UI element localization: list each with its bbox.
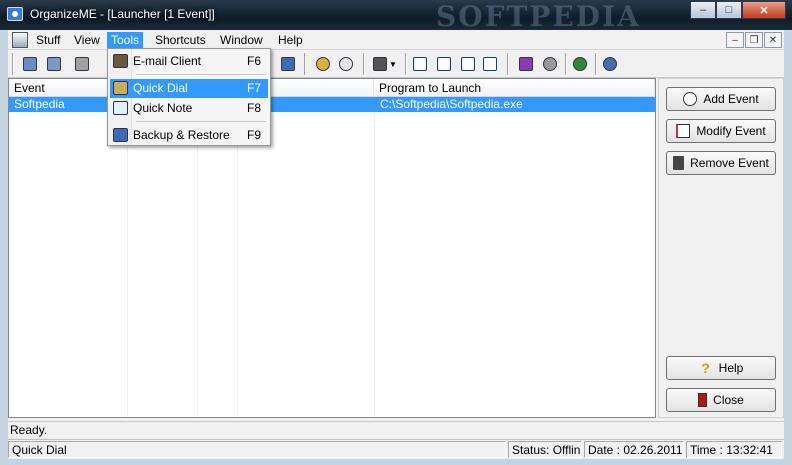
add-event-icon	[683, 92, 698, 106]
trash-icon	[673, 156, 685, 170]
window-frame-left	[0, 30, 8, 465]
save-icon[interactable]	[278, 54, 298, 74]
book-icon[interactable]	[516, 54, 536, 74]
window-list-icon[interactable]	[370, 54, 390, 74]
floppy-disk-icon	[113, 128, 128, 142]
menu-item-backup-restore[interactable]: Backup & Restore F9	[110, 126, 268, 145]
status-message: Ready.	[8, 421, 784, 439]
status-pane-hint: Quick Dial	[8, 441, 506, 458]
toolbar-separator	[405, 53, 407, 75]
events-table[interactable]: Event Program to Launch Softpedia C:\Sof…	[8, 78, 656, 418]
toolbar-separator	[507, 53, 509, 75]
menu-bar: Stuff View Tools Shortcuts Window Help –…	[8, 30, 784, 50]
globe-icon[interactable]	[570, 54, 590, 74]
phone-icon	[113, 81, 128, 95]
tile-horizontal-icon[interactable]	[410, 54, 430, 74]
watermark: SOFTPEDIA	[436, 0, 641, 33]
grid-line	[374, 97, 375, 417]
refresh-icon[interactable]	[336, 54, 356, 74]
mdi-restore-button[interactable]: ❐	[745, 32, 763, 48]
cascade-icon[interactable]	[458, 54, 478, 74]
menu-item-quick-note[interactable]: Quick Note F8	[110, 99, 268, 118]
menu-separator	[136, 121, 266, 122]
info-icon[interactable]	[600, 54, 620, 74]
modify-event-icon	[676, 124, 691, 138]
table-row[interactable]: Softpedia C:\Softpedia\Softpedia.exe	[9, 97, 655, 112]
toolbar-separator	[12, 53, 14, 75]
cell-event: Softpedia	[14, 97, 65, 111]
window-title: OrganizeME - [Launcher [1 Event]]	[30, 7, 215, 21]
mdi-minimize-button[interactable]: –	[726, 32, 744, 48]
column-header-program[interactable]: Program to Launch	[374, 79, 655, 97]
help-button[interactable]: ? Help	[666, 356, 776, 380]
note-icon	[113, 101, 128, 115]
close-window-button[interactable]: ✕	[742, 1, 786, 19]
app-icon[interactable]	[7, 7, 23, 21]
toolbar-separator	[363, 53, 365, 75]
question-mark-icon: ?	[701, 360, 710, 376]
toolbar-separator	[565, 53, 567, 75]
toolbar-separator	[595, 53, 597, 75]
action-panel: Add Event Modify Event Remove Event ? He…	[658, 78, 784, 418]
email-client-icon	[113, 54, 128, 68]
menu-shortcuts[interactable]: Shortcuts	[151, 32, 210, 49]
child-window-icon[interactable]	[12, 32, 28, 48]
toolbar-separator	[304, 53, 306, 75]
menu-separator	[136, 74, 266, 75]
users-icon[interactable]	[313, 54, 333, 74]
settings-gear-icon[interactable]	[540, 54, 560, 74]
add-event-button[interactable]: Add Event	[666, 87, 776, 111]
chevron-down-icon[interactable]: ▼	[388, 54, 398, 74]
menu-item-email-client[interactable]: E-mail Client F6	[110, 52, 268, 71]
tile-vertical-icon[interactable]	[434, 54, 454, 74]
menu-item-quick-dial[interactable]: Quick Dial F7	[110, 79, 268, 98]
calendar-icon[interactable]	[20, 54, 40, 74]
status-bar: Quick Dial Status: Offline Date : 02.26.…	[8, 439, 784, 459]
table-header: Event Program to Launch	[9, 79, 655, 97]
window-frame-bottom	[0, 459, 792, 465]
menu-help[interactable]: Help	[274, 32, 307, 49]
window-frame-right	[784, 30, 792, 465]
maximize-child-icon[interactable]	[480, 54, 500, 74]
maximize-button[interactable]: □	[716, 1, 742, 19]
menu-tools[interactable]: Tools	[107, 32, 144, 49]
status-pane-date: Date : 02.26.2011	[584, 441, 684, 458]
remove-event-button[interactable]: Remove Event	[666, 151, 776, 175]
contacts-icon[interactable]	[44, 54, 64, 74]
close-button[interactable]: Close	[666, 388, 776, 412]
cell-program: C:\Softpedia\Softpedia.exe	[380, 97, 523, 111]
clipboard-icon[interactable]	[72, 54, 92, 74]
menu-stuff[interactable]: Stuff	[32, 32, 64, 49]
menu-view[interactable]: View	[70, 32, 104, 49]
menu-window[interactable]: Window	[216, 32, 267, 49]
exit-door-icon	[698, 393, 708, 407]
modify-event-button[interactable]: Modify Event	[666, 119, 776, 143]
tools-dropdown-menu: E-mail Client F6 Quick Dial F7 Quick Not…	[107, 48, 271, 146]
status-pane-time: Time : 13:32:41	[686, 441, 782, 458]
minimize-button[interactable]: –	[690, 1, 716, 19]
mdi-close-button[interactable]: ✕	[764, 32, 782, 48]
status-pane-connection: Status: Offline	[508, 441, 582, 458]
title-bar[interactable]: OrganizeME - [Launcher [1 Event]] SOFTPE…	[0, 0, 792, 33]
